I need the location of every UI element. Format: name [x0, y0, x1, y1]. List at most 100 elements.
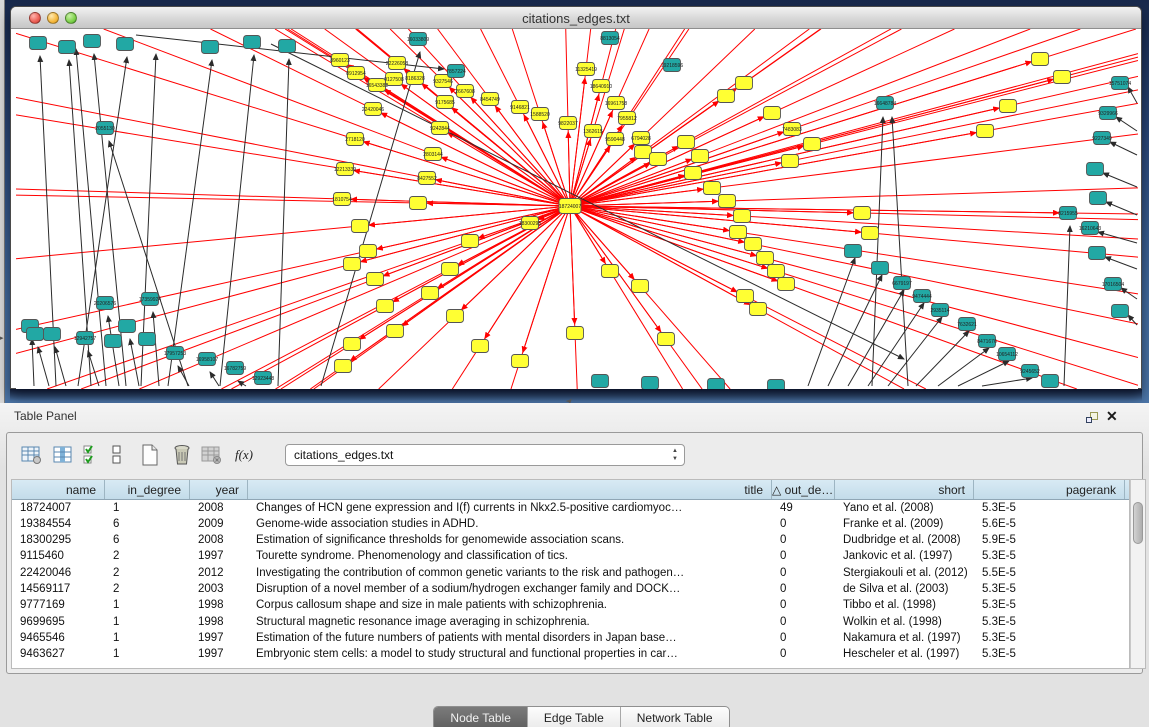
- cell-short[interactable]: Yano et al. (2008): [835, 500, 974, 516]
- network-node[interactable]: 17957253: [164, 347, 186, 360]
- network-node[interactable]: 12213339: [334, 163, 356, 176]
- cell-year[interactable]: 1997: [190, 647, 248, 663]
- cell-year[interactable]: 2008: [190, 533, 248, 549]
- cell-pagerank[interactable]: 5.3E-5: [974, 500, 1125, 516]
- network-node[interactable]: 8427552: [417, 172, 437, 185]
- network-node[interactable]: 16543382: [366, 79, 388, 92]
- network-node[interactable]: 7857224: [446, 65, 466, 78]
- cell-out_degree[interactable]: 0: [772, 516, 835, 532]
- cell-short[interactable]: Hescheler et al. (1997): [835, 647, 974, 663]
- column-header-year[interactable]: year: [190, 480, 248, 499]
- cell-in_degree[interactable]: 1: [105, 630, 190, 646]
- cell-short[interactable]: Jankovic et al. (1997): [835, 549, 974, 565]
- network-node[interactable]: 8454749: [480, 93, 500, 106]
- cell-short[interactable]: Wolkin et al. (1998): [835, 614, 974, 630]
- cell-title[interactable]: Structural magnetic resonance image aver…: [248, 614, 772, 630]
- column-header-name[interactable]: name: [12, 480, 105, 499]
- network-node[interactable]: [344, 258, 361, 271]
- cell-pagerank[interactable]: 5.3E-5: [974, 581, 1125, 597]
- network-node[interactable]: [59, 41, 76, 54]
- network-node[interactable]: [244, 36, 261, 49]
- network-node[interactable]: 17359924: [139, 293, 161, 306]
- network-node[interactable]: 18300295: [519, 217, 541, 230]
- network-node[interactable]: [105, 335, 122, 348]
- cell-pagerank[interactable]: 5.5E-5: [974, 565, 1125, 581]
- network-node[interactable]: [30, 37, 47, 50]
- table-row[interactable]: 1938455462009Genome-wide association stu…: [12, 516, 1129, 532]
- cell-in_degree[interactable]: 6: [105, 516, 190, 532]
- network-node[interactable]: 9175685: [435, 96, 455, 109]
- cell-name[interactable]: 9115460: [12, 549, 105, 565]
- network-node[interactable]: 12923448: [252, 372, 274, 385]
- panel-collapse-arrow-icon[interactable]: ▸: [0, 334, 4, 342]
- network-node[interactable]: [442, 263, 459, 276]
- cell-pagerank[interactable]: 5.3E-5: [974, 598, 1125, 614]
- network-node[interactable]: [764, 107, 781, 120]
- column-header-in_degree[interactable]: in_degree: [105, 480, 190, 499]
- cell-in_degree[interactable]: 1: [105, 500, 190, 516]
- network-node[interactable]: 15751074: [1109, 77, 1131, 90]
- cell-pagerank[interactable]: 5.6E-5: [974, 516, 1125, 532]
- network-node[interactable]: 22226058: [386, 57, 408, 70]
- network-node[interactable]: [768, 380, 785, 390]
- cell-year[interactable]: 2008: [190, 500, 248, 516]
- cell-short[interactable]: Franke et al. (2009): [835, 516, 974, 532]
- network-node[interactable]: 16782759: [224, 362, 246, 375]
- cell-in_degree[interactable]: 2: [105, 565, 190, 581]
- delete-column-icon[interactable]: [199, 442, 225, 468]
- cell-short[interactable]: Dudbridge et al. (2008): [835, 533, 974, 549]
- network-node[interactable]: [84, 35, 101, 48]
- network-node[interactable]: 16958107: [196, 353, 218, 366]
- clear-selection-icon[interactable]: [104, 442, 130, 468]
- tab-network-table[interactable]: Network Table: [621, 707, 729, 727]
- cell-title[interactable]: Embryonic stem cells: a model to study s…: [248, 647, 772, 663]
- create-table-icon[interactable]: [137, 442, 163, 468]
- network-node[interactable]: [202, 41, 219, 54]
- cell-name[interactable]: 9777169: [12, 598, 105, 614]
- table-row[interactable]: 946554611997Estimation of the future num…: [12, 630, 1129, 646]
- network-node[interactable]: 1810754: [332, 193, 352, 206]
- network-node[interactable]: [734, 210, 751, 223]
- network-node[interactable]: 19218596: [661, 59, 683, 72]
- network-node[interactable]: 20206576: [94, 297, 116, 310]
- table-scrollbar[interactable]: [1130, 479, 1146, 669]
- network-node[interactable]: [119, 320, 136, 333]
- tab-edge-table[interactable]: Edge Table: [528, 707, 621, 727]
- float-panel-icon[interactable]: [1086, 412, 1100, 424]
- network-node[interactable]: [658, 333, 675, 346]
- network-node[interactable]: 9227349: [1092, 132, 1112, 145]
- cell-name[interactable]: 18724007: [12, 500, 105, 516]
- table-row[interactable]: 977716911998Corpus callosum shape and si…: [12, 598, 1129, 614]
- network-node[interactable]: 18640910: [590, 80, 612, 93]
- network-node[interactable]: [512, 355, 529, 368]
- network-node[interactable]: 1588520: [530, 108, 550, 121]
- network-node[interactable]: 16033809: [407, 33, 429, 46]
- network-node[interactable]: 11325419: [575, 63, 597, 76]
- cell-title[interactable]: Genome-wide association studies in ADHD.: [248, 516, 772, 532]
- cell-out_degree[interactable]: 0: [772, 614, 835, 630]
- show-columns-icon[interactable]: [51, 442, 77, 468]
- cell-name[interactable]: 9465546: [12, 630, 105, 646]
- network-node[interactable]: 1362615: [583, 125, 603, 138]
- cell-year[interactable]: 1997: [190, 549, 248, 565]
- table-row[interactable]: 1872400712008Changes of HCN gene express…: [12, 500, 1129, 516]
- cell-name[interactable]: 14569117: [12, 581, 105, 597]
- network-node[interactable]: [410, 197, 427, 210]
- cell-year[interactable]: 1997: [190, 630, 248, 646]
- network-node[interactable]: [472, 340, 489, 353]
- network-node[interactable]: [692, 150, 709, 163]
- network-node[interactable]: [854, 207, 871, 220]
- network-node[interactable]: [352, 220, 369, 233]
- network-node[interactable]: 2935114: [930, 304, 949, 317]
- cell-out_degree[interactable]: 49: [772, 500, 835, 516]
- network-node[interactable]: [367, 273, 384, 286]
- cell-year[interactable]: 1998: [190, 614, 248, 630]
- network-node[interactable]: 9146821: [510, 101, 530, 114]
- network-node[interactable]: [1054, 71, 1071, 84]
- network-node[interactable]: [632, 280, 649, 293]
- cell-short[interactable]: de Silva et al. (2003): [835, 581, 974, 597]
- network-node[interactable]: [977, 125, 994, 138]
- network-node[interactable]: 9242844: [430, 122, 450, 135]
- network-node[interactable]: [602, 265, 619, 278]
- cell-year[interactable]: 2009: [190, 516, 248, 532]
